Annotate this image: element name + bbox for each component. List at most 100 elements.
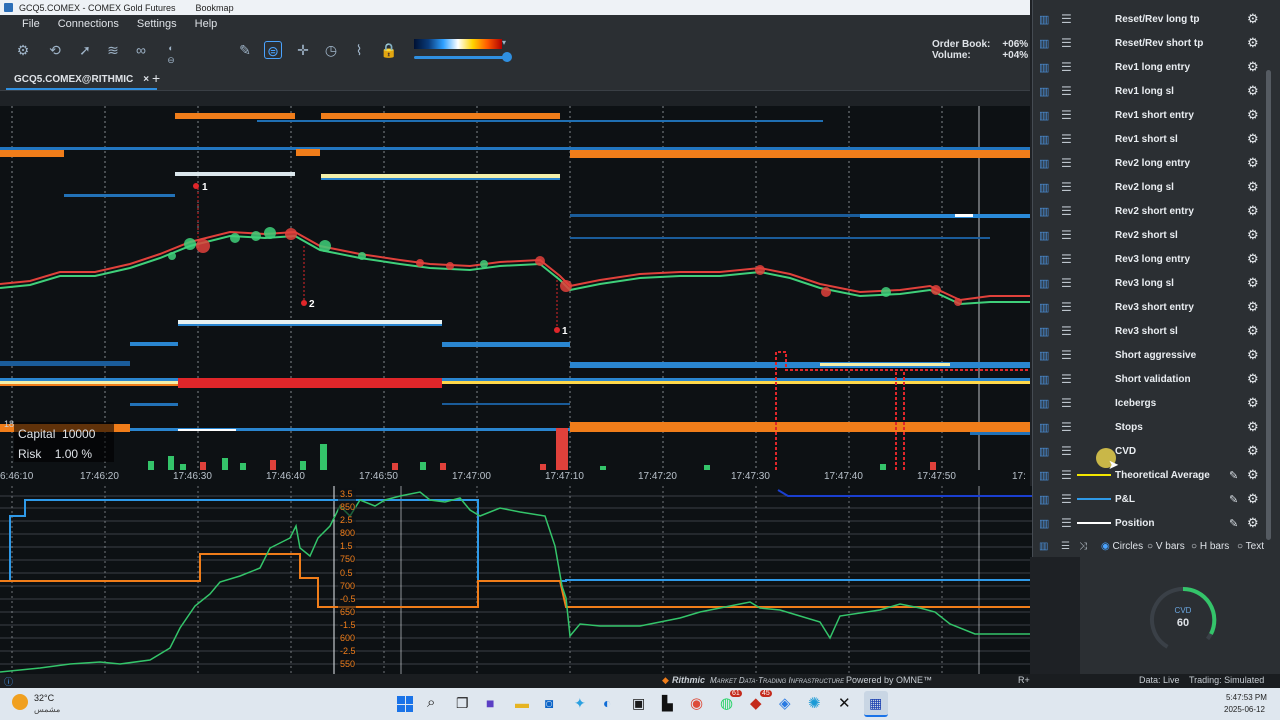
- copilot-icon[interactable]: ✦: [574, 695, 586, 712]
- bars-icon[interactable]: ▥: [1039, 493, 1053, 506]
- bars-icon[interactable]: ▥: [1039, 13, 1053, 26]
- bars-icon[interactable]: ▥: [1039, 469, 1053, 482]
- close-icon[interactable]: ×: [143, 74, 149, 85]
- gear-icon[interactable]: ⚙: [1247, 83, 1259, 99]
- gear-icon[interactable]: ⚙: [1247, 299, 1259, 315]
- radio-hbars[interactable]: ○ H bars: [1191, 541, 1229, 552]
- bars-icon[interactable]: ▥: [1039, 133, 1053, 146]
- app-icon-4[interactable]: ✺: [808, 694, 821, 712]
- list-icon[interactable]: ☰: [1061, 541, 1070, 552]
- indicator-row[interactable]: ▥ ☰ CVD ⚙: [1033, 439, 1273, 463]
- crosshair-icon[interactable]: ✛: [294, 41, 312, 59]
- bars-icon[interactable]: ▥: [1039, 301, 1053, 314]
- chrome-icon[interactable]: ◉: [690, 694, 703, 712]
- list-icon[interactable]: ☰: [1061, 156, 1075, 170]
- bookmap-taskbar-button[interactable]: ▦: [864, 691, 888, 717]
- bars-icon[interactable]: ▥: [1039, 253, 1053, 266]
- tradingview-icon[interactable]: ▙: [662, 695, 673, 712]
- gear-icon[interactable]: ⚙: [1247, 515, 1259, 531]
- pencil-icon[interactable]: ✎: [1229, 493, 1238, 506]
- gear-icon[interactable]: ⚙: [1247, 419, 1259, 435]
- menu-file[interactable]: File: [22, 18, 40, 30]
- indicator-row[interactable]: ▥ ☰ Rev3 short entry ⚙: [1033, 295, 1273, 319]
- edge-icon[interactable]: ◐: [603, 695, 611, 711]
- teams-icon[interactable]: ■: [486, 695, 494, 711]
- bars-icon[interactable]: ▥: [1039, 109, 1053, 122]
- outlook-icon[interactable]: ◙: [545, 695, 553, 711]
- windows-start-icon[interactable]: [397, 696, 413, 712]
- heatmap-color-scale[interactable]: [414, 39, 502, 49]
- app-icon-1[interactable]: ▣: [632, 695, 645, 712]
- bars-icon[interactable]: ▥: [1039, 157, 1053, 170]
- radio-text[interactable]: ○ Text: [1237, 541, 1264, 552]
- pencil-icon[interactable]: ✎: [236, 41, 254, 59]
- app-icon-3[interactable]: ◈: [779, 694, 791, 712]
- bars-icon[interactable]: ▥: [1039, 61, 1053, 74]
- color-swatch[interactable]: [1077, 498, 1111, 500]
- list-icon[interactable]: ☰: [1061, 492, 1075, 506]
- indicator-row[interactable]: ▥ ☰ P&L ✎ ⚙: [1033, 487, 1273, 511]
- indicator-row[interactable]: ▥ ☰ Stops ⚙: [1033, 415, 1273, 439]
- bars-icon[interactable]: ▥: [1039, 541, 1048, 552]
- indicator-row[interactable]: ▥ ☰ Rev2 short entry ⚙: [1033, 199, 1273, 223]
- indicator-row[interactable]: ▥ ☰ Rev3 long sl ⚙: [1033, 271, 1273, 295]
- indicator-icon[interactable]: ⌇: [350, 41, 368, 59]
- clock-icon[interactable]: ◷: [322, 41, 340, 59]
- list-icon[interactable]: ☰: [1061, 228, 1075, 242]
- list-icon[interactable]: ☰: [1061, 132, 1075, 146]
- bars-icon[interactable]: ▥: [1039, 325, 1053, 338]
- list-icon[interactable]: ☰: [1061, 396, 1075, 410]
- gear-icon[interactable]: ⚙: [1247, 323, 1259, 339]
- list-icon[interactable]: ☰: [1061, 300, 1075, 314]
- gear-icon[interactable]: ⚙: [1247, 131, 1259, 147]
- gear-icon[interactable]: ⚙: [1247, 275, 1259, 291]
- heatmap-chart[interactable]: 1 2 1 18 Capital 10000 Risk 1.00 %: [0, 106, 1030, 470]
- color-swatch[interactable]: [1077, 474, 1111, 476]
- share-icon[interactable]: ⟲: [46, 41, 64, 59]
- bars-icon[interactable]: ▥: [1039, 181, 1053, 194]
- lock-icon[interactable]: 🔒: [380, 41, 398, 59]
- tab-instrument[interactable]: GCQ5.COMEX@RITHMIC ×: [6, 70, 158, 90]
- settings-icon[interactable]: ⚙: [14, 41, 32, 59]
- list-icon[interactable]: ☰: [1061, 108, 1075, 122]
- radio-circles[interactable]: ◉ Circles: [1101, 541, 1143, 552]
- list-icon[interactable]: ☰: [1061, 420, 1075, 434]
- bars-icon[interactable]: ▥: [1039, 205, 1053, 218]
- indicator-row[interactable]: ▥ ☰ Rev3 short sl ⚙: [1033, 319, 1273, 343]
- bars-icon[interactable]: ▥: [1039, 421, 1053, 434]
- gear-icon[interactable]: ⚙: [1247, 35, 1259, 51]
- collapse-icon[interactable]: ⤨: [1079, 541, 1087, 552]
- list-icon[interactable]: ☰: [1061, 36, 1075, 50]
- rocket-icon[interactable]: ➚: [76, 41, 94, 59]
- indicator-row[interactable]: ▥ ☰ Short aggressive ⚙: [1033, 343, 1273, 367]
- gear-icon[interactable]: ⚙: [1247, 155, 1259, 171]
- list-icon[interactable]: ☰: [1061, 324, 1075, 338]
- list-icon[interactable]: ☰: [1061, 372, 1075, 386]
- gear-icon[interactable]: ⚙: [1247, 227, 1259, 243]
- indicator-row[interactable]: ▥ ☰ Rev2 long sl ⚙: [1033, 175, 1273, 199]
- indicator-row[interactable]: ▥ ☰ Rev1 long entry ⚙: [1033, 55, 1273, 79]
- indicator-row[interactable]: ▥ ☰ Rev3 long entry ⚙: [1033, 247, 1273, 271]
- indicator-row[interactable]: ▥ ☰ Short validation ⚙: [1033, 367, 1273, 391]
- app-icon-5[interactable]: ✕: [838, 694, 851, 712]
- gear-icon[interactable]: ⚙: [1247, 251, 1259, 267]
- chevron-down-icon[interactable]: ▾: [502, 38, 506, 47]
- weather-icon[interactable]: [12, 694, 28, 710]
- indicator-row[interactable]: ▥ ☰ Rev1 short sl ⚙: [1033, 127, 1273, 151]
- indicator-row[interactable]: ▥ ☰ Reset/Rev short tp ⚙: [1033, 31, 1273, 55]
- indicator-row[interactable]: ▥ ☰ Position ✎ ⚙: [1033, 511, 1273, 535]
- bars-icon[interactable]: ▥: [1039, 37, 1053, 50]
- indicator-row[interactable]: ▥ ☰ Icebergs ⚙: [1033, 391, 1273, 415]
- list-icon[interactable]: ☰: [1061, 468, 1075, 482]
- bars-icon[interactable]: ▥: [1039, 229, 1053, 242]
- link-icon[interactable]: ∞: [132, 41, 150, 59]
- list-icon[interactable]: ☰: [1061, 12, 1075, 26]
- indicator-panel[interactable]: 3.5 850 2.5 800 1.5 750 0.5 700 -0.5 650…: [0, 486, 1080, 674]
- bars-icon[interactable]: ▥: [1039, 277, 1053, 290]
- gear-icon[interactable]: ⚙: [1247, 371, 1259, 387]
- indicator-row[interactable]: ▥ ☰ Reset/Rev long tp ⚙: [1033, 7, 1273, 31]
- pencil-icon[interactable]: ✎: [1229, 469, 1238, 482]
- gear-icon[interactable]: ⚙: [1247, 491, 1259, 507]
- gear-icon[interactable]: ⚙: [1247, 467, 1259, 483]
- gear-icon[interactable]: ⚙: [1247, 179, 1259, 195]
